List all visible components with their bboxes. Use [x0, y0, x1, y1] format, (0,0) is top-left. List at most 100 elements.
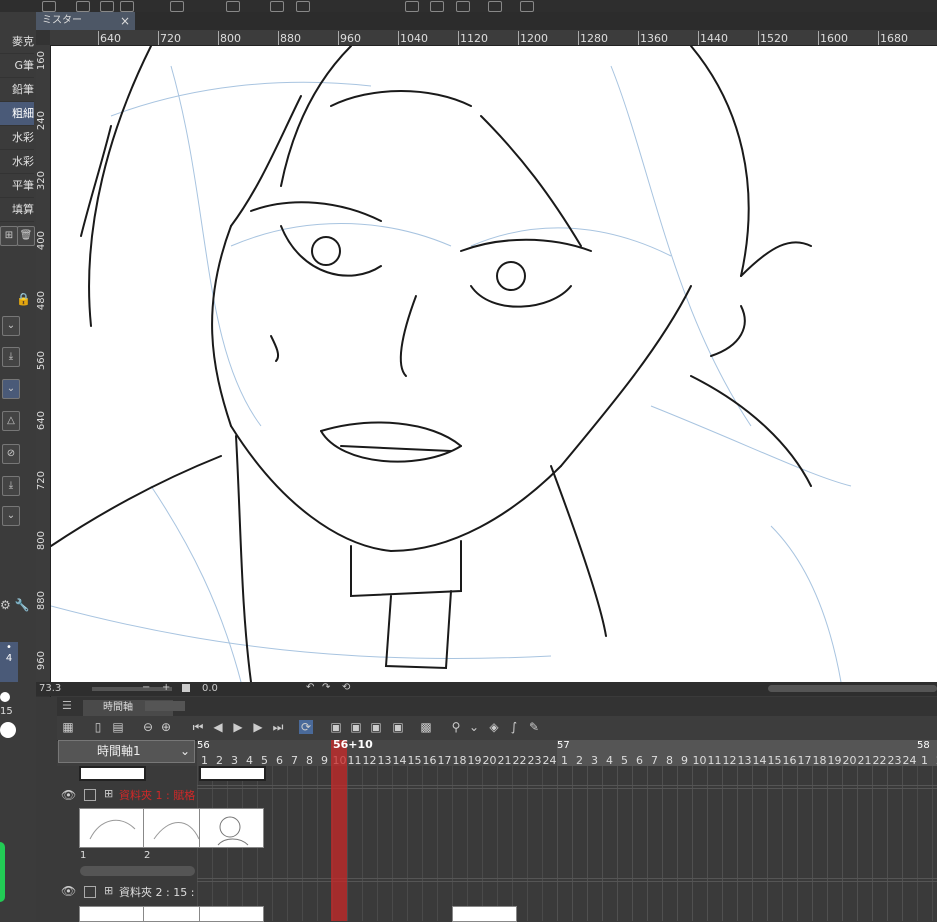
brush-item[interactable]: G筆	[0, 54, 34, 78]
crop-icon[interactable]	[456, 1, 470, 12]
track-label-1[interactable]: 資料夾 1 : 賦格	[119, 787, 197, 805]
camera-icon[interactable]	[42, 1, 56, 12]
pen-icon[interactable]: ✎	[527, 720, 541, 734]
edit-timeline-icon[interactable]: ▯	[91, 720, 105, 734]
folder-icon[interactable]	[84, 789, 96, 801]
drawing-canvas[interactable]	[51, 46, 937, 682]
menu-icon[interactable]: ☰	[62, 699, 72, 712]
zoom-value[interactable]: 73.3	[39, 683, 61, 694]
chevron-down-icon[interactable]: ⌄	[467, 720, 481, 734]
add-brush-icon[interactable]: ⊞	[0, 226, 18, 246]
eye-icon-2[interactable]: 👁	[61, 884, 76, 898]
horizontal-scrollbar[interactable]	[768, 685, 937, 692]
sketch-artwork	[51, 46, 852, 682]
track-label-2[interactable]: 資料夾 2 : 15 : 膠片	[119, 884, 197, 902]
playhead[interactable]	[331, 740, 347, 921]
last-frame-icon[interactable]: ⏭	[271, 720, 285, 734]
next-frame-icon[interactable]: ▶	[251, 720, 265, 734]
section-58: 58	[917, 740, 930, 751]
pin-icon[interactable]: ⚲	[449, 720, 463, 734]
brush-item[interactable]: 平筆	[0, 174, 34, 198]
cel-thumb-4[interactable]	[79, 906, 144, 922]
cel-disabled-icon[interactable]: ▣	[391, 720, 405, 734]
rotate-right-icon[interactable]: ↷	[322, 682, 330, 693]
zoom-out-button[interactable]: −	[142, 682, 150, 693]
zoom-in-icon[interactable]: ⊕	[159, 720, 173, 734]
fit-icon[interactable]	[182, 684, 190, 692]
reset-rotate-icon[interactable]: ⟲	[342, 682, 350, 693]
expand-icon-2[interactable]: ⊞	[104, 884, 113, 897]
select-icon[interactable]	[405, 1, 419, 12]
brush-item[interactable]: 填算	[0, 198, 34, 222]
brush-dot-icon[interactable]	[0, 692, 10, 702]
new-cel-2-icon[interactable]: ▣	[349, 720, 363, 734]
prev-frame-icon[interactable]: ◀	[211, 720, 225, 734]
cel-thumb-1[interactable]	[79, 808, 144, 848]
brush-item[interactable]: 水彩	[0, 126, 34, 150]
folder-icon-2[interactable]	[84, 886, 96, 898]
delete-brush-icon[interactable]: 🗑	[17, 226, 35, 246]
timeline-select-value: 時間軸1	[97, 744, 141, 758]
onion-skin-icon[interactable]: ▩	[419, 720, 433, 734]
frame-cell-divider	[467, 766, 468, 921]
chevron-down-icon[interactable]: ⌄	[2, 506, 20, 526]
canvas-tab[interactable]: ミスター ×	[36, 12, 135, 30]
chat-icon[interactable]	[520, 1, 534, 12]
new-timeline-icon[interactable]: ▦	[61, 720, 75, 734]
zoom-in-button[interactable]: +	[162, 682, 170, 693]
loop-icon[interactable]: ⟳	[299, 720, 313, 734]
ruler-label: 320	[36, 171, 47, 191]
cel-thumb-3[interactable]	[199, 808, 264, 848]
settings-icon[interactable]: ⚙ 🔧	[0, 598, 30, 612]
add-frame-icon[interactable]	[76, 1, 90, 12]
frame-cell-divider	[692, 766, 693, 921]
download-icon[interactable]: ⤓	[2, 347, 20, 367]
lasso-icon[interactable]	[430, 1, 444, 12]
thumb-top-2[interactable]	[199, 766, 266, 781]
rotate-left-icon[interactable]: ↶	[306, 682, 314, 693]
brush-large-icon[interactable]	[0, 722, 16, 738]
thumb-top-1[interactable]	[79, 766, 146, 781]
dot-label: •	[6, 642, 12, 653]
expand-icon[interactable]: ⊞	[104, 787, 113, 800]
angle-value[interactable]: 0.0	[202, 683, 218, 694]
spinner-icon[interactable]	[226, 1, 240, 12]
cel-thumb-7[interactable]	[452, 906, 517, 922]
new-cel-icon[interactable]: ▣	[329, 720, 343, 734]
close-icon[interactable]: ×	[120, 12, 130, 30]
brush-item[interactable]: 麥克	[0, 30, 34, 54]
color-wheel[interactable]	[0, 842, 5, 902]
brush-item[interactable]: 水彩	[0, 150, 34, 174]
brush-item[interactable]: 鉛筆	[0, 78, 34, 102]
frame-cell-divider	[512, 766, 513, 921]
ruler-mark	[458, 31, 459, 45]
lock-icon[interactable]: 🔒	[16, 292, 31, 306]
fill-icon[interactable]	[270, 1, 284, 12]
first-frame-icon[interactable]: ⏮	[191, 720, 205, 734]
eye-icon[interactable]: 👁	[61, 788, 76, 802]
tab-other[interactable]	[145, 701, 185, 711]
zoom-slider[interactable]	[92, 687, 172, 691]
zoom-out-icon[interactable]: ⊖	[141, 720, 155, 734]
curve-icon[interactable]: ∫	[507, 720, 521, 734]
layer-icon[interactable]	[120, 1, 134, 12]
phone-icon[interactable]	[488, 1, 502, 12]
cel-thumb-6[interactable]	[199, 906, 264, 922]
triangle-icon[interactable]: △	[2, 411, 20, 431]
expand-icon[interactable]: ⌄	[2, 316, 20, 336]
transform-icon[interactable]	[296, 1, 310, 12]
folder-icon[interactable]	[100, 1, 114, 12]
dropdown-icon[interactable]: ⌄	[2, 379, 20, 399]
cel-scrollbar[interactable]	[80, 866, 195, 876]
timeline-select[interactable]: 時間軸1 ⌄	[58, 740, 195, 763]
cel-sync-icon[interactable]: ▣	[369, 720, 383, 734]
frame-cell-divider	[872, 766, 873, 921]
cel-icon[interactable]: ▤	[111, 720, 125, 734]
brush-item[interactable]: 粗細	[0, 102, 34, 126]
download-icon-2[interactable]: ⤓	[2, 476, 20, 496]
no-entry-icon[interactable]: ⊘	[2, 444, 20, 464]
play-icon[interactable]: ▶	[231, 720, 245, 734]
size-selected[interactable]: • 4	[0, 642, 18, 682]
camera-key-icon[interactable]: ◈	[487, 720, 501, 734]
undo-icon[interactable]	[170, 1, 184, 12]
